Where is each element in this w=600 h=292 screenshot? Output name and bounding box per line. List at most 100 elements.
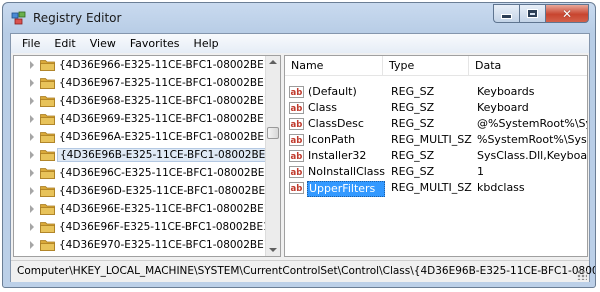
- expand-arrow-icon[interactable]: [30, 205, 34, 213]
- value-row[interactable]: ab NoInstallClass REG_SZ 1: [285, 164, 587, 180]
- column-header-name[interactable]: Name: [285, 56, 383, 76]
- svg-text:ab: ab: [291, 120, 303, 130]
- expand-arrow-icon[interactable]: [30, 223, 34, 231]
- tree-item-label: {4D36E971-E325-11CE-BFC1-08002BE10318}: [57, 256, 281, 257]
- svg-text:ab: ab: [291, 88, 303, 98]
- tree-item[interactable]: {4D36E96E-E325-11CE-BFC1-08002BE10318}: [14, 201, 280, 217]
- minimize-button[interactable]: [493, 4, 519, 23]
- maximize-icon: [527, 9, 538, 18]
- menu-help[interactable]: Help: [187, 34, 226, 53]
- value-name: UpperFilters: [307, 181, 385, 197]
- value-row[interactable]: ab Installer32 REG_SZ SysClass.Dll,Keyboar.…: [285, 148, 587, 164]
- scrollbar-thumb[interactable]: [267, 127, 279, 139]
- tree-item[interactable]: {4D36E970-E325-11CE-BFC1-08002BE10318}: [14, 237, 280, 253]
- folder-icon: [40, 222, 55, 233]
- value-type: REG_SZ: [391, 85, 435, 98]
- column-header-data[interactable]: Data: [469, 56, 587, 76]
- menu-file[interactable]: File: [15, 34, 47, 53]
- folder-icon: [40, 168, 55, 179]
- expand-arrow-icon[interactable]: [30, 169, 34, 177]
- string-value-icon: ab: [289, 150, 304, 162]
- registry-key-tree[interactable]: {4D36E966-E325-11CE-BFC1-08002BE10318} {4…: [13, 55, 281, 257]
- registry-editor-app-icon: [11, 11, 26, 25]
- folder-icon: [40, 204, 55, 215]
- value-data: %SystemRoot%\Syst...: [477, 133, 587, 146]
- value-row[interactable]: ab Class REG_SZ Keyboard: [285, 100, 587, 116]
- folder-icon: [40, 132, 55, 143]
- menu-view[interactable]: View: [83, 34, 123, 53]
- expand-arrow-icon[interactable]: [30, 241, 34, 249]
- caption-buttons: ✕: [493, 4, 589, 23]
- value-row[interactable]: ab IconPath REG_MULTI_SZ %SystemRoot%\Syst.…: [285, 132, 587, 148]
- current-key-path: Computer\HKEY_LOCAL_MACHINE\SYSTEM\Curre…: [17, 265, 596, 277]
- value-name: Class: [308, 101, 337, 114]
- value-row[interactable]: ab (Default) REG_SZ Keyboards: [285, 84, 587, 100]
- expand-arrow-icon[interactable]: [30, 115, 34, 123]
- tree-item-label: {4D36E96A-E325-11CE-BFC1-08002BE10318}: [59, 131, 281, 143]
- menu-edit[interactable]: Edit: [47, 34, 82, 53]
- resize-grip-icon[interactable]: [577, 270, 587, 280]
- tree-item-label: {4D36E96D-E325-11CE-BFC1-08002BE10318}: [59, 185, 281, 197]
- status-bar: Computer\HKEY_LOCAL_MACHINE\SYSTEM\Curre…: [11, 260, 595, 282]
- tree-vertical-scrollbar[interactable]: [265, 56, 280, 256]
- string-value-icon: ab: [289, 182, 304, 194]
- value-name: ClassDesc: [308, 117, 364, 130]
- column-header-type[interactable]: Type: [383, 56, 469, 76]
- tree-item-label: {4D36E968-E325-11CE-BFC1-08002BE10318}: [59, 95, 281, 107]
- value-type: REG_SZ: [391, 165, 435, 178]
- value-data: kbdclass: [477, 181, 525, 194]
- client-area: File Edit View Favorites Help {4D36E966-…: [10, 33, 595, 282]
- expand-arrow-icon[interactable]: [30, 79, 34, 87]
- value-type: REG_SZ: [391, 101, 435, 114]
- tree-item-label: {4D36E96B-E325-11CE-BFC1-08002BE10318}: [57, 148, 280, 162]
- tree-item[interactable]: {4D36E967-E325-11CE-BFC1-08002BE10318}: [14, 75, 280, 91]
- value-name: IconPath: [308, 133, 356, 146]
- tree-item[interactable]: {4D36E96B-E325-11CE-BFC1-08002BE10318}: [14, 147, 280, 163]
- tree-item-label: {4D36E96F-E325-11CE-BFC1-08002BE10318}: [59, 221, 281, 233]
- expand-arrow-icon[interactable]: [30, 61, 34, 69]
- expand-arrow-icon[interactable]: [30, 187, 34, 195]
- svg-text:ab: ab: [291, 152, 303, 162]
- value-row[interactable]: ab UpperFilters REG_MULTI_SZ kbdclass: [285, 180, 587, 197]
- tree-item[interactable]: {4D36E969-E325-11CE-BFC1-08002BE10318}: [14, 111, 280, 127]
- folder-icon: [40, 240, 55, 251]
- tree-item[interactable]: {4D36E96A-E325-11CE-BFC1-08002BE10318}: [14, 129, 280, 145]
- expand-arrow-icon[interactable]: [30, 133, 34, 141]
- close-button[interactable]: ✕: [545, 4, 589, 23]
- value-row[interactable]: ab ClassDesc REG_SZ @%SystemRoot%\Sys...: [285, 116, 587, 132]
- value-name: (Default): [308, 85, 357, 98]
- expand-arrow-icon[interactable]: [30, 151, 34, 159]
- tree-item[interactable]: {4D36E96C-E325-11CE-BFC1-08002BE10318}: [14, 165, 280, 181]
- scroll-down-arrow-icon[interactable]: [269, 248, 277, 252]
- tree-item[interactable]: {4D36E968-E325-11CE-BFC1-08002BE10318}: [14, 93, 280, 109]
- registry-editor-window: Registry Editor ✕ File Edit View Favorit…: [2, 2, 596, 288]
- value-name: NoInstallClass: [308, 165, 385, 178]
- menu-bar: File Edit View Favorites Help: [11, 34, 589, 53]
- tree-item[interactable]: {4D36E966-E325-11CE-BFC1-08002BE10318}: [14, 57, 280, 73]
- string-value-icon: ab: [289, 102, 304, 114]
- title-bar[interactable]: Registry Editor ✕: [3, 3, 595, 33]
- folder-icon: [40, 114, 55, 125]
- string-value-icon: ab: [289, 118, 304, 130]
- value-data: Keyboard: [477, 101, 529, 114]
- value-type: REG_SZ: [391, 149, 435, 162]
- minimize-icon: [501, 14, 512, 19]
- tree-item[interactable]: {4D36E96D-E325-11CE-BFC1-08002BE10318}: [14, 183, 280, 199]
- list-header: Name Type Data: [285, 56, 587, 76]
- string-value-icon: ab: [289, 166, 304, 178]
- value-type: REG_MULTI_SZ: [391, 133, 472, 146]
- svg-text:ab: ab: [291, 136, 303, 146]
- value-data: 1: [477, 165, 484, 178]
- scroll-up-arrow-icon[interactable]: [269, 60, 277, 64]
- svg-text:ab: ab: [291, 104, 303, 114]
- value-data: SysClass.Dll,Keyboar...: [477, 149, 587, 162]
- menu-favorites[interactable]: Favorites: [123, 34, 187, 53]
- tree-item[interactable]: {4D36E971-E325-11CE-BFC1-08002BE10318}: [14, 255, 266, 256]
- svg-text:ab: ab: [291, 184, 303, 194]
- registry-values-list[interactable]: Name Type Data ab (Default) REG_SZ Keyboard…: [284, 55, 588, 257]
- folder-icon: [40, 186, 55, 197]
- expand-arrow-icon[interactable]: [30, 97, 34, 105]
- maximize-button[interactable]: [519, 4, 545, 23]
- value-type: REG_MULTI_SZ: [391, 181, 472, 194]
- tree-item[interactable]: {4D36E96F-E325-11CE-BFC1-08002BE10318}: [14, 219, 280, 235]
